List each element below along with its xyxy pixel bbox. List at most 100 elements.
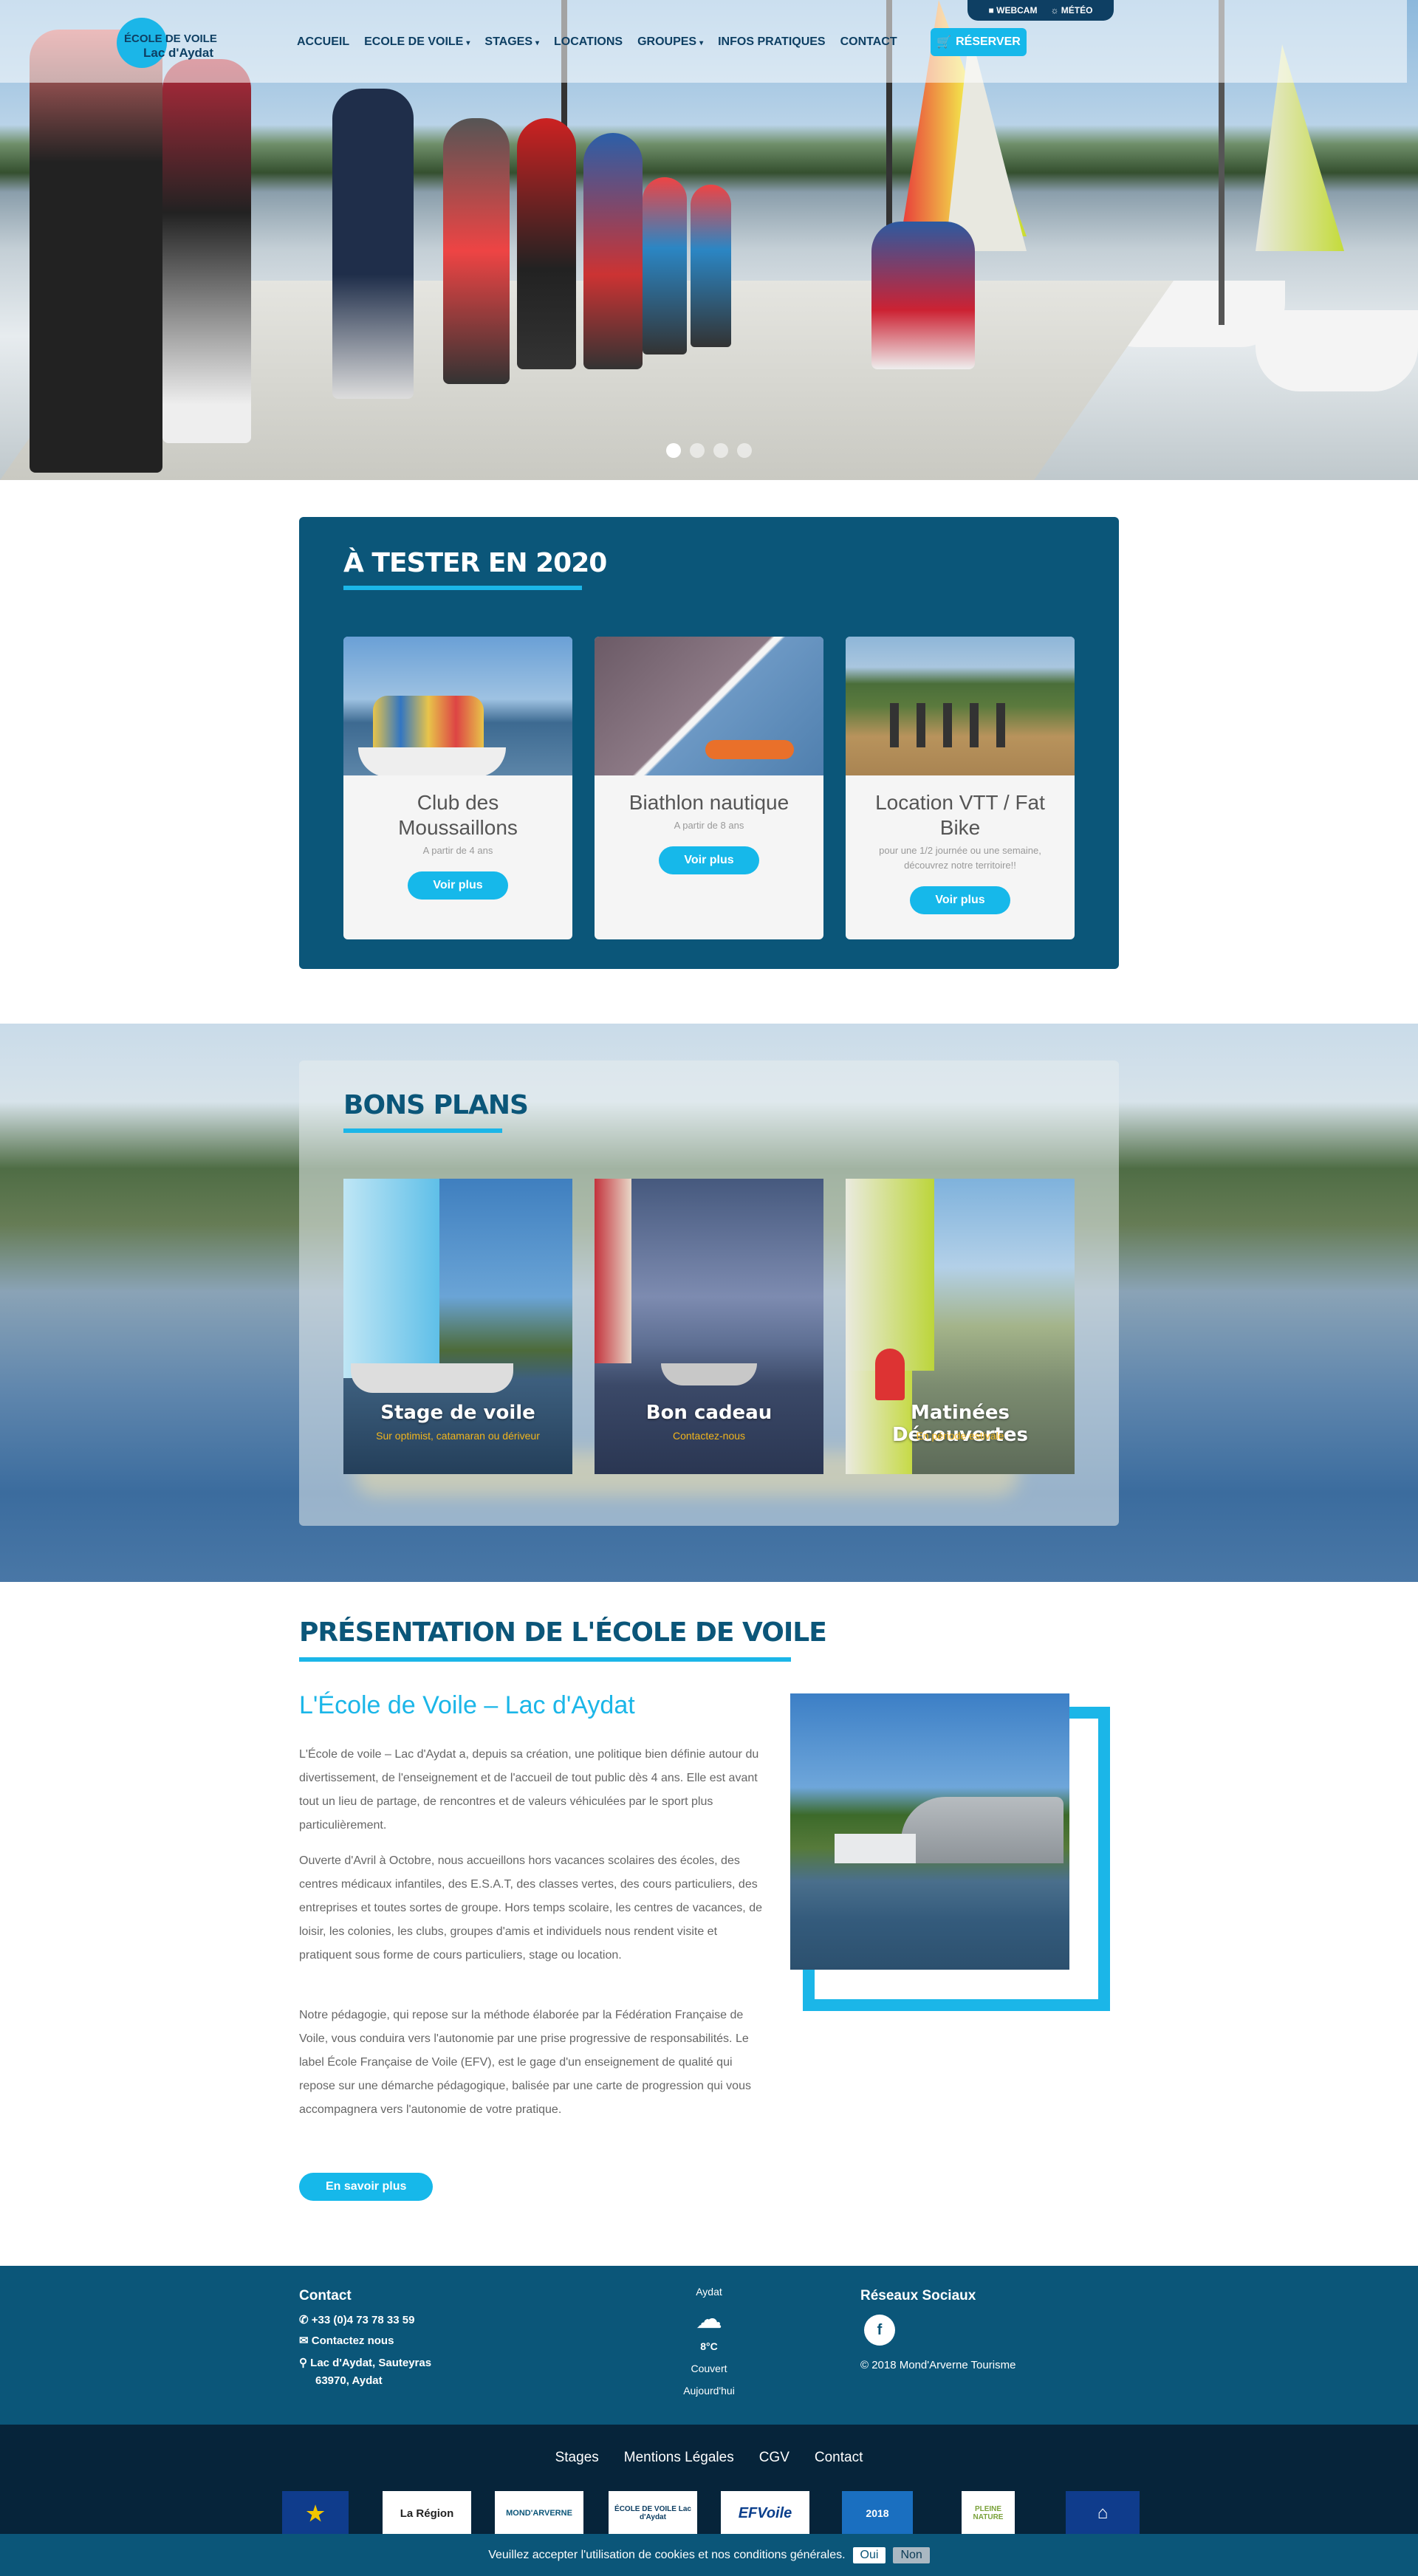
partner-logo-region[interactable]: La Région [383, 2491, 471, 2535]
partner-logo-ecole-voile[interactable]: ÉCOLE DE VOILE Lac d'Aydat [609, 2491, 697, 2535]
hero-person [332, 89, 414, 399]
en-savoir-plus-button[interactable]: En savoir plus [299, 2173, 434, 2201]
nav-contact[interactable]: CONTACT [840, 35, 897, 49]
hero-boat [1256, 310, 1418, 391]
section-title: PRÉSENTATION DE L'ÉCOLE DE VOILE [299, 1617, 827, 1648]
card-title: Location VTT / Fat Bike [875, 791, 1045, 839]
activity-card: Club des Moussaillons A partir de 4 ans … [343, 637, 572, 939]
deal-card[interactable]: Matinées Découvertes En période estivale [846, 1179, 1075, 1474]
card-subtitle: pour une 1/2 journée ou une semaine, déc… [879, 845, 1041, 871]
hero-person [30, 30, 162, 473]
caret-down-icon: ▾ [699, 39, 704, 47]
card-image [846, 637, 1075, 775]
slider-dot[interactable] [690, 443, 705, 458]
top-utility-bar: ■ WEBCAM ☼ MÉTÉO [967, 0, 1114, 21]
voir-plus-button[interactable]: Voir plus [910, 886, 1010, 914]
slider-dot[interactable] [666, 443, 681, 458]
voir-plus-button[interactable]: Voir plus [408, 871, 508, 900]
nav-stages[interactable]: STAGES ▾ [484, 35, 539, 49]
facebook-icon[interactable]: f [864, 2315, 895, 2346]
bons-plans-section: BONS PLANS Stage de voile Sur optimist, … [299, 1061, 1119, 1526]
hero-person [643, 177, 687, 354]
logo-line1: ÉCOLE DE VOILE [124, 32, 217, 45]
weather-temp: 8°C [700, 2340, 718, 2352]
hero-person [443, 118, 510, 384]
footer-contact-title: Contact [299, 2288, 352, 2303]
section-title: BONS PLANS [343, 1090, 529, 1120]
slider-dots [666, 443, 752, 458]
book-button[interactable]: 🛒 RÉSERVER [931, 28, 1027, 56]
partner-logo-pavillon-bleu[interactable]: 2018 [842, 2491, 913, 2535]
cookie-decline-button[interactable]: Non [893, 2546, 930, 2563]
partner-logo-pleine-nature[interactable]: PLEINE NATURE [962, 2491, 1015, 2535]
phone-icon: ✆ [299, 2314, 309, 2326]
webcam-link[interactable]: ■ WEBCAM [989, 5, 1038, 16]
main-menu: ACCUEIL ECOLE DE VOILE ▾ STAGES ▾ LOCATION… [297, 35, 912, 49]
activity-card: Biathlon nautique A partir de 8 ans Voir… [595, 637, 823, 939]
hero-person [583, 133, 643, 369]
footer-link-contact[interactable]: Contact [815, 2450, 863, 2466]
partner-logo-efvoile[interactable]: EFVoile [721, 2491, 809, 2535]
deal-title: Bon cadeau [645, 1402, 773, 1424]
site-logo[interactable]: ÉCOLE DE VOILE Lac d'Aydat [111, 10, 217, 74]
partner-logo-europe[interactable]: ★ [282, 2491, 349, 2535]
footer-phone[interactable]: ✆ +33 (0)4 73 78 33 59 [299, 2313, 414, 2326]
card-image [595, 637, 823, 775]
nav-infos-pratiques[interactable]: INFOS PRATIQUES [718, 35, 826, 49]
presentation-paragraph: L'École de voile – Lac d'Aydat a, depuis… [299, 1748, 759, 1832]
weather-day: Aujourd'hui [683, 2385, 735, 2397]
footer-bottom: Stages Mentions Légales CGV Contact [0, 2425, 1418, 2534]
card-image [343, 637, 572, 775]
footer-link-mentions[interactable]: Mentions Légales [624, 2450, 734, 2466]
card-subtitle: A partir de 8 ans [674, 820, 744, 831]
card-title: Biathlon nautique [628, 791, 790, 814]
caret-down-icon: ▾ [535, 39, 540, 47]
activity-card: Location VTT / Fat Bike pour une 1/2 jou… [846, 637, 1075, 939]
nav-locations[interactable]: LOCATIONS [554, 35, 623, 49]
footer-links: Stages Mentions Légales CGV Contact [0, 2450, 1418, 2466]
deal-card[interactable]: Stage de voile Sur optimist, catamaran o… [343, 1179, 572, 1474]
card-title: Club des Moussaillons [398, 791, 518, 839]
deal-subtitle: Sur optimist, catamaran ou dériveur [376, 1430, 540, 1442]
footer-address: ⚲ Lac d'Aydat, Sauteyras 63970, Aydat [299, 2357, 432, 2387]
nav-groupes[interactable]: GROUPES ▾ [637, 35, 703, 49]
card-subtitle: A partir de 4 ans [422, 845, 493, 856]
voir-plus-button[interactable]: Voir plus [659, 846, 759, 874]
partner-logo-mondarverne[interactable]: MOND'ARVERNE [495, 2491, 583, 2535]
camera-icon: ■ [988, 5, 994, 16]
map-marker-icon: ⚲ [299, 2357, 307, 2369]
copyright: © 2018 Mond'Arverne Tourisme [860, 2359, 1016, 2371]
presentation-paragraph: Ouverte d'Avril à Octobre, nous accueill… [299, 1854, 762, 1962]
section-title: À TESTER EN 2020 [343, 548, 607, 578]
weather-condition: Couvert [691, 2363, 727, 2374]
sun-icon: ☼ [1050, 5, 1059, 16]
slider-dot[interactable] [737, 443, 752, 458]
footer-link-cgv[interactable]: CGV [759, 2450, 790, 2466]
caret-down-icon: ▾ [466, 39, 470, 47]
footer-main: Contact ✆ +33 (0)4 73 78 33 59 ✉ Contact… [0, 2266, 1418, 2425]
deal-title: Stage de voile [380, 1402, 535, 1424]
cookie-text: Veuillez accepter l'utilisation de cooki… [488, 2548, 846, 2561]
deal-subtitle: Contactez-nous [672, 1430, 746, 1442]
hero-person [871, 222, 975, 369]
presentation-paragraph: Notre pédagogie, qui repose sur la métho… [299, 2009, 751, 2116]
envelope-icon: ✉ [299, 2334, 309, 2347]
nav-ecole-de-voile[interactable]: ECOLE DE VOILE ▾ [364, 35, 470, 49]
weather-widget: Aydat ☁ 8°C Couvert Aujourd'hui [665, 2281, 753, 2402]
presentation-heading: L'École de Voile – Lac d'Aydat [299, 1691, 635, 1719]
footer-link-stages[interactable]: Stages [555, 2450, 599, 2466]
deal-card[interactable]: Bon cadeau Contactez-nous [595, 1179, 823, 1474]
partner-logo-label[interactable]: ⌂ [1066, 2491, 1140, 2535]
deal-subtitle: En période estivale [916, 1430, 1004, 1442]
cookie-banner: Veuillez accepter l'utilisation de cooki… [0, 2534, 1418, 2576]
slider-dot[interactable] [713, 443, 728, 458]
cloud-icon: ☁ [696, 2303, 722, 2334]
footer-contact-link[interactable]: ✉ Contactez nous [299, 2334, 394, 2347]
nav-accueil[interactable]: ACCUEIL [297, 35, 349, 49]
title-underline [299, 1657, 791, 1662]
weather-place: Aydat [696, 2286, 722, 2298]
cart-icon: 🛒 [936, 36, 952, 49]
cookie-accept-button[interactable]: Oui [852, 2546, 886, 2563]
tester-section: À TESTER EN 2020 Club des Moussaillons A… [299, 517, 1119, 969]
meteo-link[interactable]: ☼ MÉTÉO [1050, 5, 1092, 16]
